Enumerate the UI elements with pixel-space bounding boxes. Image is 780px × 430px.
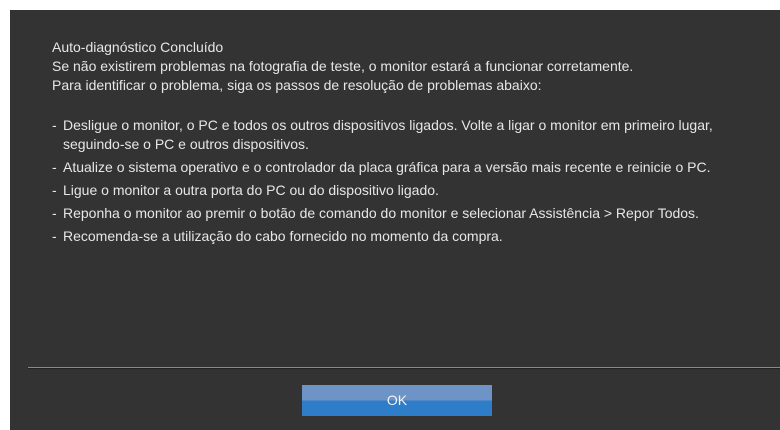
step-item: Atualize o sistema operativo e o control… (52, 158, 752, 177)
step-item: Reponha o monitor ao premir o botão de c… (52, 204, 752, 223)
dialog-title: Auto-diagnóstico Concluído (52, 39, 224, 55)
diagnosis-message: Auto-diagnóstico Concluído Se não existi… (52, 38, 752, 250)
troubleshooting-steps: Desligue o monitor, o PC e todos os outr… (52, 116, 752, 246)
step-item: Recomenda-se a utilização do cabo fornec… (52, 227, 752, 246)
self-diagnosis-dialog: Auto-diagnóstico Concluído Se não existi… (10, 10, 780, 430)
ok-button[interactable]: OK (302, 385, 492, 416)
step-item: Desligue o monitor, o PC e todos os outr… (52, 116, 752, 154)
step-item: Ligue o monitor a outra porta do PC ou d… (52, 181, 752, 200)
instruction-text: Para identificar o problema, siga os pas… (52, 77, 542, 93)
result-text: Se não existirem problemas na fotografia… (52, 58, 634, 74)
divider (28, 367, 780, 369)
